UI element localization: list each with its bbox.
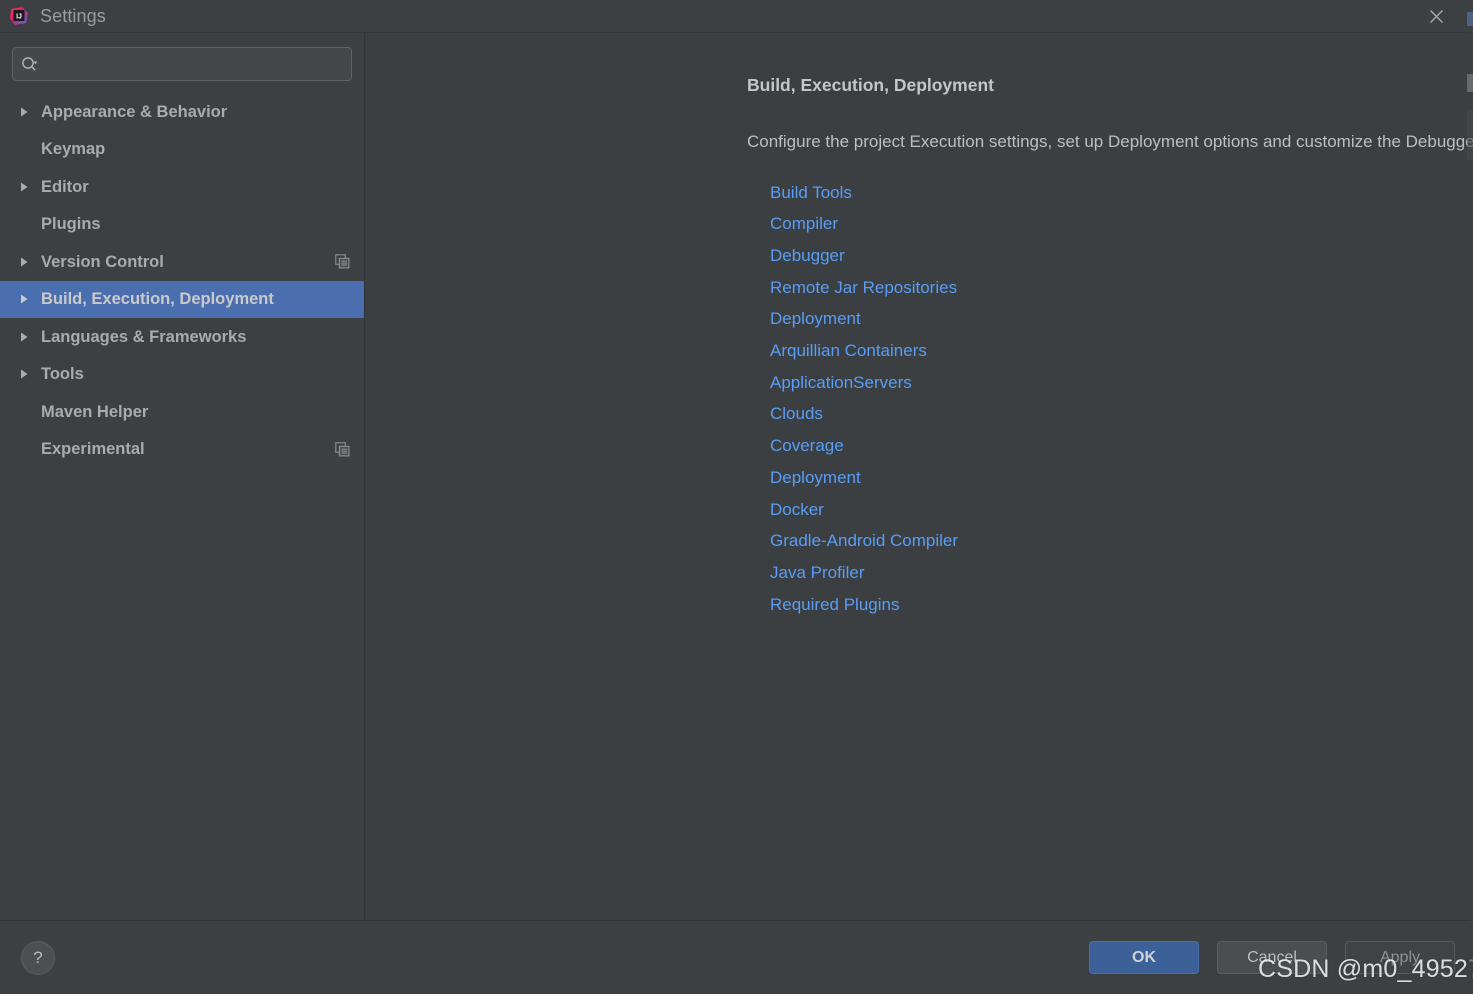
copy-settings-icon[interactable]: [334, 441, 350, 457]
sidebar-item-plugins[interactable]: Plugins: [0, 206, 364, 244]
settings-dialog: IJ Settings Appearance & Behavior Keymap…: [0, 0, 1473, 994]
chevron-right-icon[interactable]: [18, 181, 34, 193]
chevron-right-icon[interactable]: [18, 256, 34, 268]
search-box[interactable]: [12, 47, 352, 81]
title-bar: IJ Settings: [0, 0, 1473, 33]
chevron-right-icon[interactable]: [18, 293, 34, 305]
sidebar-item-tools[interactable]: Tools: [0, 356, 364, 394]
sidebar-item-label: Experimental: [41, 440, 145, 458]
sidebar-item-version-control[interactable]: Version Control: [0, 243, 364, 281]
sidebar-item-label: Build, Execution, Deployment: [41, 290, 274, 308]
cancel-button[interactable]: Cancel: [1217, 941, 1327, 974]
settings-link[interactable]: Arquillian Containers: [770, 335, 927, 367]
settings-link[interactable]: Build Tools: [770, 177, 852, 209]
settings-link[interactable]: Compiler: [770, 208, 838, 240]
apply-button[interactable]: Apply: [1345, 941, 1455, 974]
copy-settings-icon[interactable]: [334, 254, 350, 270]
settings-sidebar: Appearance & Behavior Keymap Editor Plugins…: [0, 33, 365, 920]
chevron-right-icon[interactable]: [18, 331, 34, 343]
dialog-body: Appearance & Behavior Keymap Editor Plugins…: [0, 33, 1473, 920]
chevron-right-icon[interactable]: [18, 106, 34, 118]
settings-link[interactable]: Required Plugins: [770, 589, 899, 621]
search-container: [0, 33, 364, 91]
settings-link[interactable]: Java Profiler: [770, 557, 864, 589]
settings-link[interactable]: Gradle-Android Compiler: [770, 525, 958, 557]
sidebar-item-label: Maven Helper: [41, 402, 149, 421]
sidebar-item-label: Version Control: [41, 252, 164, 271]
sidebar-item-label: Plugins: [41, 215, 101, 233]
sidebar-item-label: Languages & Frameworks: [41, 327, 247, 346]
svg-text:IJ: IJ: [16, 13, 22, 20]
settings-link[interactable]: Coverage: [770, 430, 844, 462]
settings-link-list: Build Tools Compiler Debugger Remote Jar Re…: [770, 177, 1473, 621]
sidebar-item-label: Appearance & Behavior: [41, 102, 228, 121]
sidebar-item-keymap[interactable]: Keymap: [0, 131, 364, 169]
sidebar-item-editor[interactable]: Editor: [0, 168, 364, 206]
search-icon: [21, 56, 39, 72]
sidebar-item-languages-frameworks[interactable]: Languages & Frameworks: [0, 318, 364, 356]
window-title: Settings: [40, 5, 106, 26]
close-icon[interactable]: [1423, 3, 1449, 29]
ok-button[interactable]: OK: [1089, 941, 1199, 974]
chevron-right-icon[interactable]: [18, 368, 34, 380]
intellij-idea-logo-icon: IJ: [9, 6, 29, 26]
settings-tree: Appearance & Behavior Keymap Editor Plugins…: [0, 91, 364, 468]
settings-link[interactable]: Debugger: [770, 240, 845, 272]
page-title: Build, Execution, Deployment: [747, 75, 994, 95]
settings-link[interactable]: Remote Jar Repositories: [770, 272, 957, 304]
sidebar-item-label: Tools: [41, 365, 84, 383]
sidebar-item-label: Editor: [41, 177, 89, 196]
sidebar-item-label: Keymap: [41, 140, 106, 158]
sidebar-item-maven-helper[interactable]: Maven Helper: [0, 393, 364, 431]
search-input[interactable]: [45, 47, 343, 81]
main-panel: Build, Execution, Deployment Configure t…: [365, 33, 1473, 920]
settings-link[interactable]: ApplicationServers: [770, 367, 912, 399]
settings-link[interactable]: Clouds: [770, 398, 823, 430]
settings-link[interactable]: Deployment: [770, 303, 861, 335]
page-description: Configure the project Execution settings…: [747, 131, 1473, 151]
dialog-footer: ? OK Cancel Apply: [0, 920, 1473, 994]
sidebar-item-build-execution-deployment[interactable]: Build, Execution, Deployment: [0, 280, 364, 318]
settings-link[interactable]: Docker: [770, 494, 824, 526]
footer-button-group: OK Cancel Apply: [1089, 941, 1455, 974]
settings-link[interactable]: Deployment: [770, 462, 861, 494]
help-icon[interactable]: ?: [21, 940, 55, 975]
sidebar-item-experimental[interactable]: Experimental: [0, 431, 364, 469]
sidebar-item-appearance-behavior[interactable]: Appearance & Behavior: [0, 93, 364, 131]
